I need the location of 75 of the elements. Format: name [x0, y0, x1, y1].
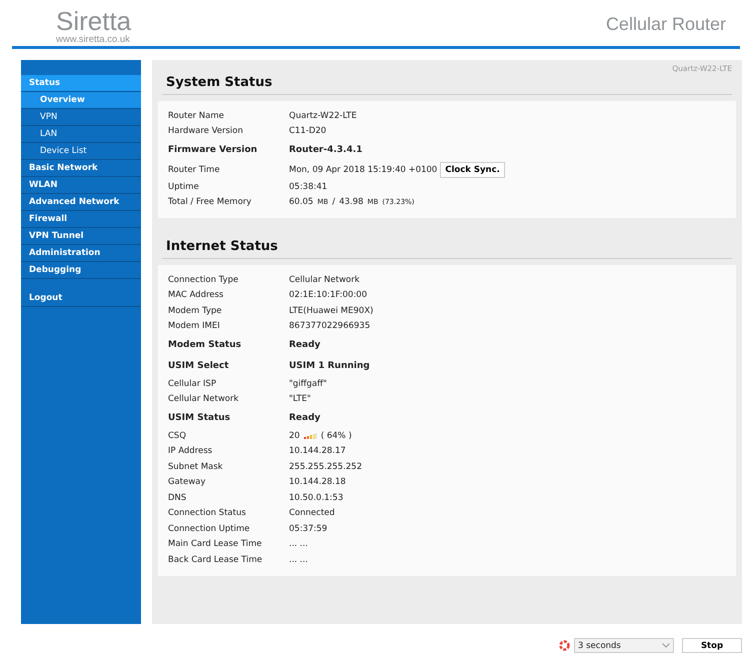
clock-sync-button[interactable]: Clock Sync. [440, 162, 505, 178]
field-label: IP Address [168, 446, 214, 456]
field-value: Ready [289, 412, 322, 422]
field-value: 255.255.255.252 [289, 462, 364, 472]
field-value: 05:38:41 [289, 182, 328, 192]
sidebar-item[interactable]: VPN [21, 109, 141, 126]
field-value: LTE(Huawei ME90X) [289, 306, 374, 316]
field-value: "giffgaff" [289, 378, 328, 389]
field-value: C11-D20 [289, 126, 328, 136]
field-value: 10.144.28.17 [289, 446, 347, 456]
spinner-icon [559, 640, 570, 651]
field-label: Connection Status [168, 508, 247, 518]
stop-button[interactable]: Stop [682, 638, 742, 653]
field-value: "LTE" [289, 394, 312, 404]
field-value: 05:37:59 [289, 524, 328, 534]
field-label: Back Card Lease Time [168, 554, 264, 565]
product-title: Cellular Router [606, 14, 726, 35]
sidebar-item[interactable]: LAN [21, 126, 141, 143]
sidebar-item[interactable]: Debugging [21, 262, 141, 279]
field-label: USIM Status [168, 412, 232, 422]
field-value: 10.50.0.1:53 [289, 492, 344, 503]
signal-icon [304, 432, 317, 439]
section-title: System Status [162, 73, 732, 95]
sidebar-item[interactable]: Administration [21, 245, 141, 262]
field-value: 02:1E:10:1F:00:00 [289, 290, 368, 300]
field-label: CSQ [168, 430, 188, 441]
field-value: 867377022966935 [289, 321, 372, 332]
sidebar-item[interactable]: Advanced Network [21, 194, 141, 211]
field-value: USIM 1 Running [289, 360, 371, 370]
field-label: Cellular ISP [168, 378, 218, 389]
field-label: Connection Uptime [168, 524, 251, 534]
field-label: DNS [168, 492, 188, 503]
field-value: Ready [289, 340, 322, 350]
field-label: MAC Address [168, 290, 224, 300]
field-label: Router Time [168, 164, 221, 174]
logo-url: www.siretta.co.uk [56, 34, 131, 44]
field-value: ... ... [289, 539, 309, 550]
field-label: USIM Select [168, 360, 230, 370]
field-value: Quartz-W22-LTE [289, 110, 358, 121]
field-label: Cellular Network [168, 394, 240, 404]
field-label: Modem Status [168, 340, 242, 350]
field-value: Connected [289, 508, 336, 518]
field-value: / [332, 197, 336, 208]
field-label: Modem Type [168, 306, 223, 316]
field-label: Main Card Lease Time [168, 539, 263, 550]
field-value: ... ... [289, 554, 309, 565]
field-value: Cellular Network [289, 274, 361, 285]
chevron-icon [662, 643, 670, 648]
sidebar-item[interactable]: Overview [21, 92, 141, 109]
field-label: Hardware Version [168, 126, 244, 136]
field-label: Connection Type [168, 274, 240, 285]
field-label: Router Name [168, 110, 225, 121]
refresh-select[interactable]: 3 seconds [574, 638, 674, 653]
field-label: Gateway [168, 477, 207, 488]
field-value: 20 [289, 430, 300, 441]
field-label: Total / Free Memory [168, 197, 252, 208]
sidebar-item[interactable]: WLAN [21, 177, 141, 194]
sidebar-item[interactable]: Device List [21, 143, 141, 160]
sidebar-item[interactable]: Basic Network [21, 160, 141, 177]
field-label: Subnet Mask [168, 462, 224, 472]
field-value: 10.144.28.18 [289, 477, 347, 488]
field-value: Mon, 09 Apr 2018 15:19:40 +0100 [289, 164, 438, 174]
section-title: Internet Status [162, 237, 732, 259]
field-value: 60.05 [289, 197, 314, 208]
field-value: ( 64% ) [320, 430, 352, 441]
field-label: Firmware Version [168, 144, 258, 154]
sidebar-item[interactable]: Logout [21, 290, 141, 307]
field-label: Modem IMEI [168, 321, 221, 332]
field-value: 43.98 [339, 197, 364, 208]
field-value: Router-4.3.4.1 [289, 144, 364, 154]
sidebar-item[interactable]: Firewall [21, 211, 141, 228]
sidebar-item[interactable]: VPN Tunnel [21, 228, 141, 245]
logo-text: Siretta [56, 8, 132, 34]
field-label: Uptime [168, 182, 200, 192]
sidebar-item[interactable]: Status [21, 75, 141, 92]
